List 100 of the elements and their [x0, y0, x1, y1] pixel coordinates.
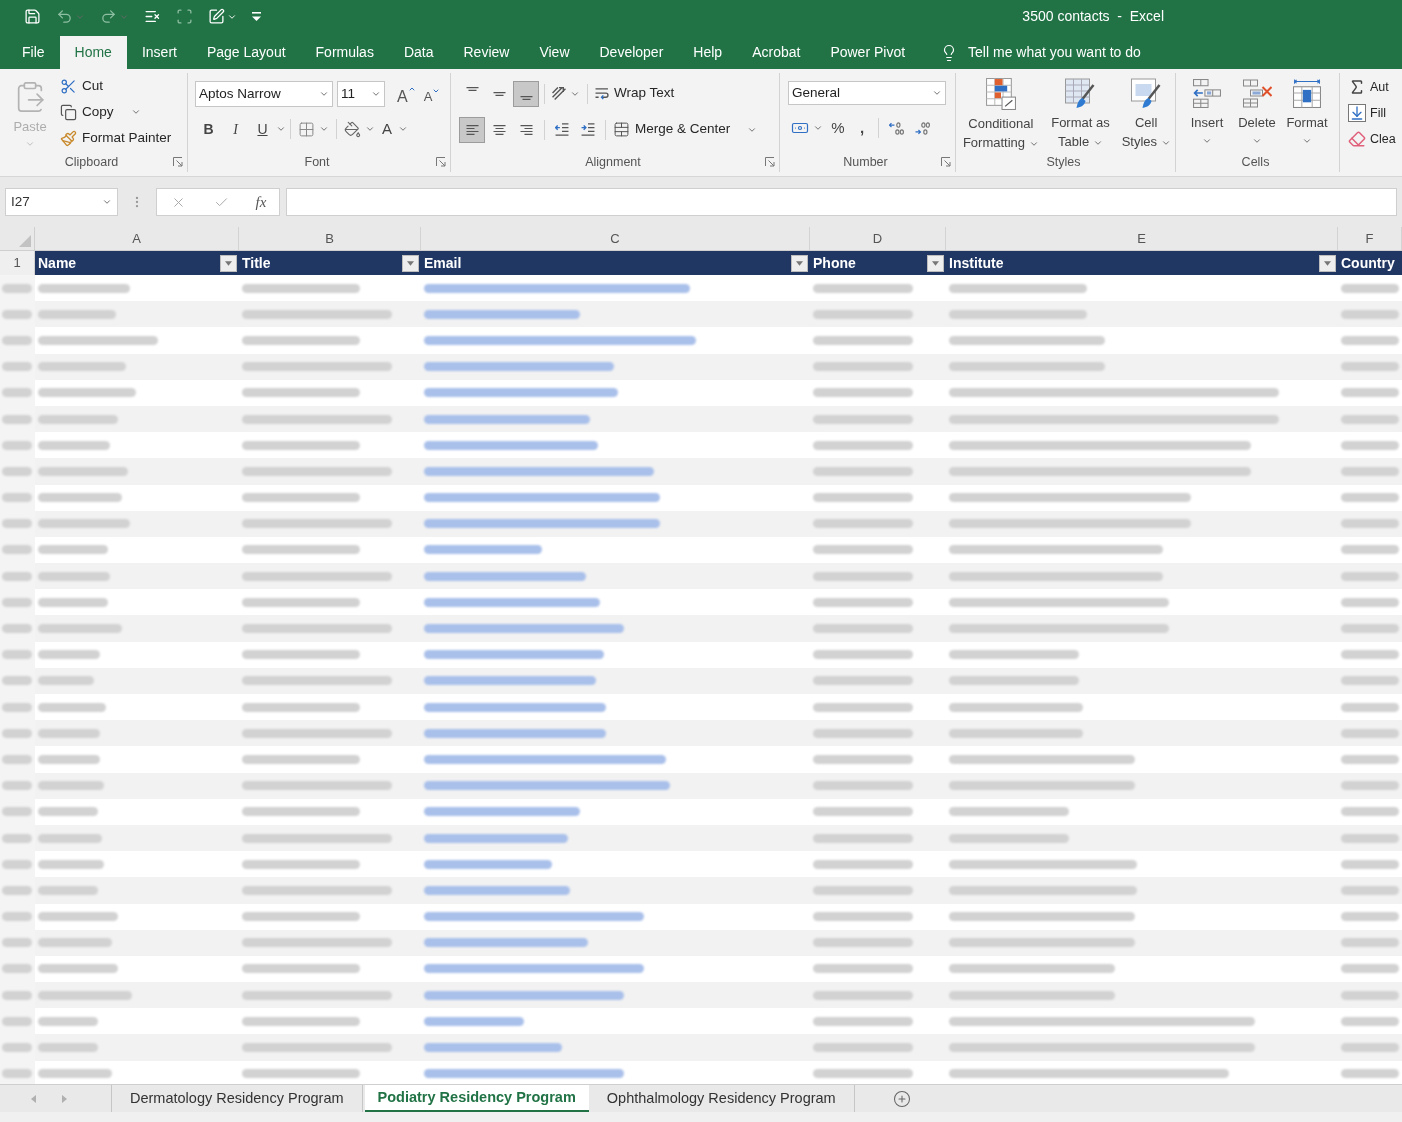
comma-style-button[interactable]: , — [850, 116, 874, 140]
column-letter[interactable]: C — [421, 227, 810, 250]
dialog-launcher-button[interactable] — [435, 156, 446, 168]
ribbon-tab[interactable]: Power Pivot — [815, 36, 921, 69]
tell-me-field[interactable]: Tell me what you want to do — [968, 42, 1169, 63]
wrap-text-button[interactable]: Wrap Text — [592, 81, 678, 106]
font-name-field[interactable]: Aptos Narrow — [195, 81, 333, 107]
align-bottom-button[interactable] — [513, 80, 539, 107]
column-letter[interactable]: D — [810, 227, 946, 250]
frame-corners-icon — [176, 8, 193, 25]
clear-button[interactable]: Clea — [1348, 126, 1396, 152]
copy-icon — [60, 103, 77, 121]
dialog-launcher-button[interactable] — [172, 156, 183, 168]
ribbon-tab[interactable]: Page Layout — [191, 36, 301, 69]
underline-button[interactable]: U — [249, 117, 276, 141]
merge-center-button[interactable]: Merge & Center — [610, 117, 761, 142]
filter-button[interactable] — [791, 254, 808, 272]
blurred-text — [2, 1043, 32, 1053]
ribbon-tab[interactable]: Data — [388, 36, 449, 69]
insert-button[interactable]: Insert — [1183, 79, 1231, 146]
shrink-font-button[interactable]: A — [423, 82, 441, 106]
caret-icon — [398, 124, 408, 134]
column-letter[interactable]: A — [35, 227, 239, 250]
blurred-text — [2, 1016, 32, 1026]
save-icon — [24, 8, 41, 25]
column-title: Title — [242, 253, 272, 273]
ribbon-tab[interactable]: File — [7, 36, 60, 69]
blurred-text — [38, 728, 100, 738]
italic-button[interactable]: I — [222, 117, 249, 141]
fill-button[interactable]: Fill — [1348, 100, 1396, 126]
autosum-button[interactable]: Aut — [1348, 74, 1396, 100]
percent-style-button[interactable]: % — [826, 116, 850, 140]
align-left-button[interactable] — [459, 116, 485, 143]
dialog-launcher-button[interactable] — [940, 156, 951, 168]
ribbon-tab[interactable]: View — [524, 36, 585, 69]
caret-icon — [276, 124, 286, 134]
right-triangle-icon — [61, 1094, 67, 1103]
bold-button[interactable]: B — [195, 117, 222, 141]
blurred-text — [1341, 388, 1399, 398]
increase-indent-icon — [581, 123, 595, 136]
format-painter-button[interactable]: Format Painter — [58, 125, 174, 151]
insert-function-button[interactable]: fx — [253, 191, 269, 213]
down-triangle-icon — [407, 260, 414, 266]
blurred-text — [38, 754, 100, 764]
borders-icon — [298, 120, 315, 138]
name-box[interactable]: I27 — [5, 188, 118, 216]
filter-button[interactable] — [1319, 254, 1336, 272]
ribbon-tab[interactable]: Review — [448, 36, 525, 69]
number-format-field[interactable]: General — [788, 81, 946, 105]
delete-button[interactable]: Delete — [1233, 79, 1281, 146]
format-button[interactable]: Format — [1283, 79, 1331, 146]
ribbon-tab[interactable]: Insert — [126, 36, 192, 69]
dialog-launcher-button[interactable] — [764, 156, 775, 168]
window-title: 3500 contacts - Excel — [1022, 7, 1164, 26]
column-letter[interactable]: E — [946, 227, 1338, 250]
blurred-text — [1341, 833, 1399, 843]
blurred-text — [38, 597, 108, 607]
grow-font-button[interactable]: A — [397, 82, 416, 106]
blurred-text — [1341, 676, 1399, 686]
font-size-field[interactable]: 11 — [337, 81, 385, 107]
font-color-button[interactable]: A — [378, 117, 412, 141]
blurred-text — [2, 990, 32, 1000]
blurred-text — [2, 702, 32, 712]
caret-icon — [932, 88, 942, 98]
blurred-text — [1341, 571, 1399, 581]
column-letter[interactable]: F — [1338, 227, 1402, 250]
align-left-icon — [465, 124, 479, 135]
launcher-arrow-icon — [764, 157, 775, 168]
column-title: Phone — [813, 253, 857, 273]
group-label: Alignment — [585, 153, 641, 171]
row-number[interactable]: 1 — [0, 251, 35, 275]
wrap-text-icon — [595, 87, 609, 100]
copy-button[interactable]: Copy — [58, 99, 174, 125]
blurred-text — [2, 807, 32, 817]
filter-button[interactable] — [927, 254, 944, 272]
blurred-text — [2, 781, 32, 791]
cut-button[interactable]: Cut — [58, 73, 174, 99]
ribbon-tab[interactable]: Help — [678, 36, 738, 69]
ribbon-tab[interactable]: Acrobat — [737, 36, 816, 69]
conditional-formatting-button[interactable]: Conditional Formatting — [958, 78, 1044, 152]
blurred-text — [38, 676, 94, 686]
sheet-tab[interactable]: Podiatry Residency Program — [364, 1085, 589, 1112]
filter-button[interactable] — [402, 254, 419, 272]
ribbon-tab[interactable]: Formulas — [300, 36, 389, 69]
blurred-text — [1341, 754, 1399, 764]
column-letter[interactable]: B — [239, 227, 421, 250]
format-as-table-button[interactable]: Format as Table — [1044, 78, 1117, 152]
formula-input[interactable] — [286, 188, 1397, 216]
down-triangle-icon — [1324, 260, 1331, 266]
blurred-text — [2, 964, 32, 974]
group-label: Styles — [1046, 153, 1081, 171]
ribbon-tab[interactable]: Developer — [584, 36, 679, 69]
caret-icon — [1302, 136, 1312, 146]
blurred-text — [1341, 519, 1399, 529]
launcher-arrow-icon — [435, 157, 446, 168]
blurred-text — [1341, 859, 1399, 869]
conditional-formatting-icon — [985, 78, 1016, 110]
cell-styles-button[interactable]: Cell Styles — [1117, 78, 1175, 152]
filter-button[interactable] — [220, 254, 237, 272]
ribbon-tab[interactable]: Home — [59, 36, 127, 69]
